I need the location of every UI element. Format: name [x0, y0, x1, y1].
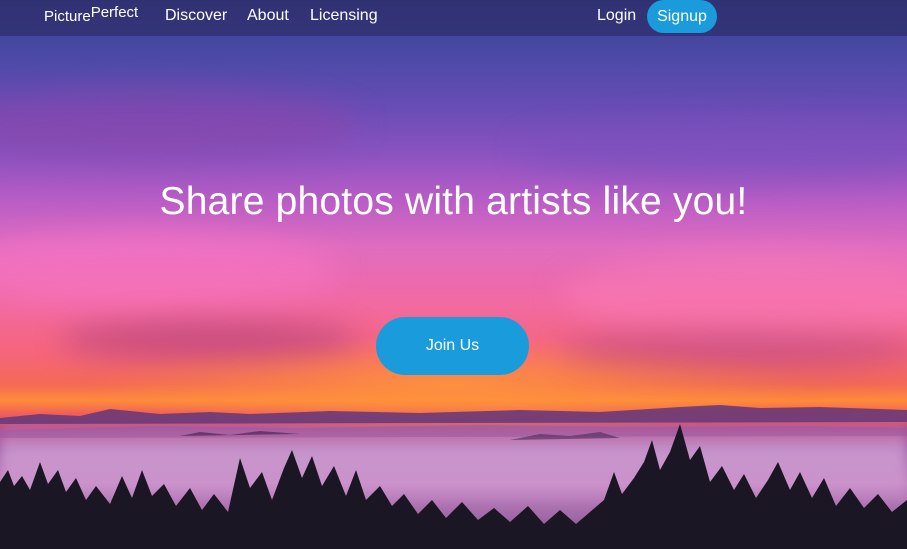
- nav-link-about[interactable]: About: [247, 7, 289, 25]
- nav-link-discover[interactable]: Discover: [165, 7, 227, 25]
- hero-headline: Share photos with artists like you!: [159, 180, 748, 223]
- brand-logo[interactable]: PicturePerfect: [44, 4, 138, 25]
- nav-link-licensing[interactable]: Licensing: [310, 7, 378, 25]
- brand-name: Picture: [44, 8, 91, 25]
- hero-background-photo: [0, 0, 907, 549]
- top-navbar: PicturePerfect Discover About Licensing …: [0, 0, 907, 36]
- join-us-button[interactable]: Join Us: [376, 317, 529, 375]
- mountains-and-forest-silhouette: [0, 405, 907, 549]
- login-link[interactable]: Login: [597, 7, 636, 25]
- signup-button[interactable]: Signup: [647, 0, 717, 33]
- brand-name-superscript: Perfect: [90, 4, 139, 21]
